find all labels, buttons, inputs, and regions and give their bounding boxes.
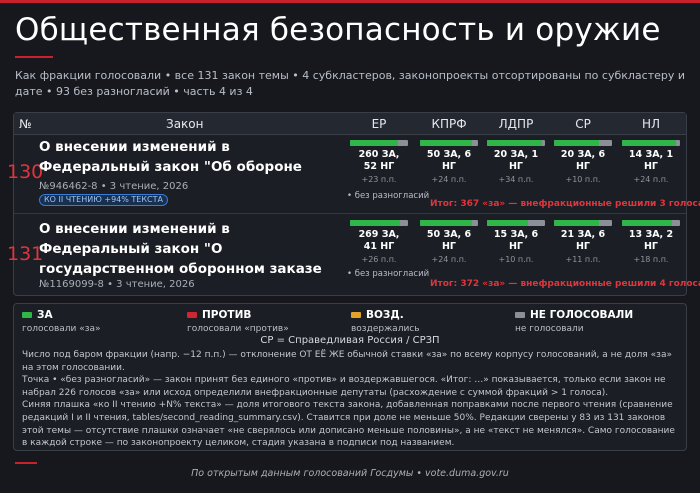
footer-accent-line (15, 462, 37, 464)
vote-cell-ldpr: 20 ЗА, 1 НГ +34 п.п. (486, 140, 546, 185)
legend-key: ВОЗД. (366, 309, 404, 321)
vote-cell-kprf: 50 ЗА, 6 НГ +24 п.п. (419, 140, 479, 185)
col-header-sr: СР (575, 117, 591, 131)
legend-item-protiv: ПРОТИВ голосовали «против» (187, 309, 289, 334)
legend-notes: Число под баром фракции (напр. −12 п.п.)… (22, 349, 680, 450)
note-consensus: Точка • «без разногласий» — закон принят… (22, 375, 666, 398)
deviation: +24 п.п. (431, 175, 467, 184)
deviation: +34 п.п. (498, 175, 534, 184)
vote-bar (622, 140, 680, 146)
law-meta: №1169099-8 • 3 чтение, 2026 (39, 279, 195, 290)
vote-cell-er: 260 ЗА, 52 НГ +23 п.п. (349, 140, 409, 185)
vote-cell-ldpr: 15 ЗА, 6 НГ +10 п.п. (486, 220, 546, 265)
vote-bar (350, 220, 408, 226)
col-header-law: Закон (166, 117, 204, 131)
second-reading-badge: КО II ЧТЕНИЮ +94% ТЕКСТА (39, 194, 168, 206)
legend-desc: воздержались (351, 324, 420, 334)
legend-item-za: ЗА голосовали «за» (22, 309, 101, 334)
vozd-swatch-icon (351, 312, 361, 318)
note-badge: Синяя плашка «ко II чтению +N% текста» —… (22, 400, 675, 449)
vote-counts: 14 ЗА, 1 НГ (628, 149, 674, 172)
vote-bar (622, 220, 680, 226)
note-deviation: Число под баром фракции (напр. −12 п.п.)… (22, 350, 672, 373)
legend-desc: голосовали «против» (187, 324, 289, 334)
deviation: +11 п.п. (565, 255, 601, 264)
row-divider (14, 213, 686, 214)
vote-counts: 269 ЗА, 41 НГ (358, 229, 400, 252)
law-title[interactable]: О внесении изменений в Федеральный закон… (39, 137, 329, 177)
col-header-nl: НЛ (641, 117, 661, 131)
za-fill (622, 140, 676, 146)
vote-bar (554, 220, 612, 226)
votes-table: № Закон ЕР КПРФ ЛДПР СР НЛ 130 О внесени… (7, 112, 700, 296)
page-subtitle: Как фракции голосовали • все 131 закон т… (15, 69, 686, 98)
col-header-num: № (19, 117, 32, 131)
sr-abbreviation-note: СР = Справедливая Россия / СРЗП (260, 335, 440, 346)
vote-bar (487, 220, 545, 226)
deviation: +23 п.п. (361, 175, 397, 184)
vote-counts: 260 ЗА, 52 НГ (358, 149, 400, 172)
deviation: +10 п.п. (565, 175, 601, 184)
za-fill (420, 140, 472, 146)
law-meta: №946462-8 • 3 чтение, 2026 (39, 181, 189, 192)
vote-cell-er: 269 ЗА, 41 НГ +26 п.п. (349, 220, 409, 265)
vote-bar (487, 140, 545, 146)
col-header-kprf: КПРФ (431, 117, 467, 131)
deviation: +18 п.п. (633, 255, 669, 264)
za-fill (554, 220, 600, 226)
vote-cell-sr: 20 ЗА, 6 НГ +10 п.п. (553, 140, 613, 185)
consensus-note: • без разногласий (347, 269, 430, 279)
vote-cell-nl: 13 ЗА, 2 НГ +18 п.п. (621, 220, 681, 265)
row-number: 131 (7, 243, 44, 265)
vote-cell-nl: 14 ЗА, 1 НГ +24 п.п. (621, 140, 681, 185)
vote-counts: 20 ЗА, 6 НГ (560, 149, 606, 172)
vote-counts: 13 ЗА, 2 НГ (628, 229, 674, 252)
za-fill (622, 220, 673, 226)
consensus-note: • без разногласий (347, 191, 430, 201)
za-fill (487, 220, 529, 226)
za-fill (350, 140, 399, 146)
vote-counts: 20 ЗА, 1 НГ (493, 149, 539, 172)
vote-cell-kprf: 50 ЗА, 6 НГ +24 п.п. (419, 220, 479, 265)
itog-note: Итог: 367 «за» — внефракционные решили 3… (430, 199, 700, 209)
deviation: +26 п.п. (361, 255, 397, 264)
deviation: +24 п.п. (431, 255, 467, 264)
deviation: +10 п.п. (498, 255, 534, 264)
vote-counts: 15 ЗА, 6 НГ (493, 229, 539, 252)
legend-key: ЗА (37, 309, 53, 321)
vote-counts: 50 ЗА, 6 НГ (426, 149, 472, 172)
za-swatch-icon (22, 312, 32, 318)
law-title[interactable]: О внесении изменений в Федеральный закон… (39, 219, 329, 279)
legend-key: НЕ ГОЛОСОВАЛИ (530, 309, 634, 321)
vote-bar (420, 220, 478, 226)
top-accent-bar (0, 0, 700, 3)
vote-counts: 21 ЗА, 6 НГ (560, 229, 606, 252)
title-underline (15, 56, 53, 58)
za-fill (420, 220, 472, 226)
za-fill (487, 140, 543, 146)
legend-panel: ЗА голосовали «за» ПРОТИВ голосовали «пр… (13, 303, 687, 451)
vote-bar (554, 140, 612, 146)
itog-note: Итог: 372 «за» — внефракционные решили 4… (430, 279, 700, 289)
legend-desc: не голосовали (515, 324, 584, 334)
ng-swatch-icon (515, 312, 525, 318)
za-fill (350, 220, 401, 226)
col-header-er: ЕР (371, 117, 387, 131)
deviation: +24 п.п. (633, 175, 669, 184)
vote-bar (420, 140, 478, 146)
table-header: № Закон ЕР КПРФ ЛДПР СР НЛ (14, 113, 686, 135)
col-header-ldpr: ЛДПР (498, 117, 534, 131)
vote-bar (350, 140, 408, 146)
legend-item-ne-golosovali: НЕ ГОЛОСОВАЛИ не голосовали (515, 309, 633, 334)
vote-counts: 50 ЗА, 6 НГ (426, 229, 472, 252)
vote-cell-sr: 21 ЗА, 6 НГ +11 п.п. (553, 220, 613, 265)
source-note: По открытым данным голосований Госдумы •… (191, 468, 509, 479)
legend-key: ПРОТИВ (202, 309, 252, 321)
legend-item-vozd: ВОЗД. воздержались (351, 309, 420, 334)
page-title: Общественная безопасность и оружие (15, 12, 661, 48)
row-number: 130 (7, 161, 44, 183)
protiv-swatch-icon (187, 312, 197, 318)
za-fill (554, 140, 599, 146)
legend-desc: голосовали «за» (22, 324, 101, 334)
